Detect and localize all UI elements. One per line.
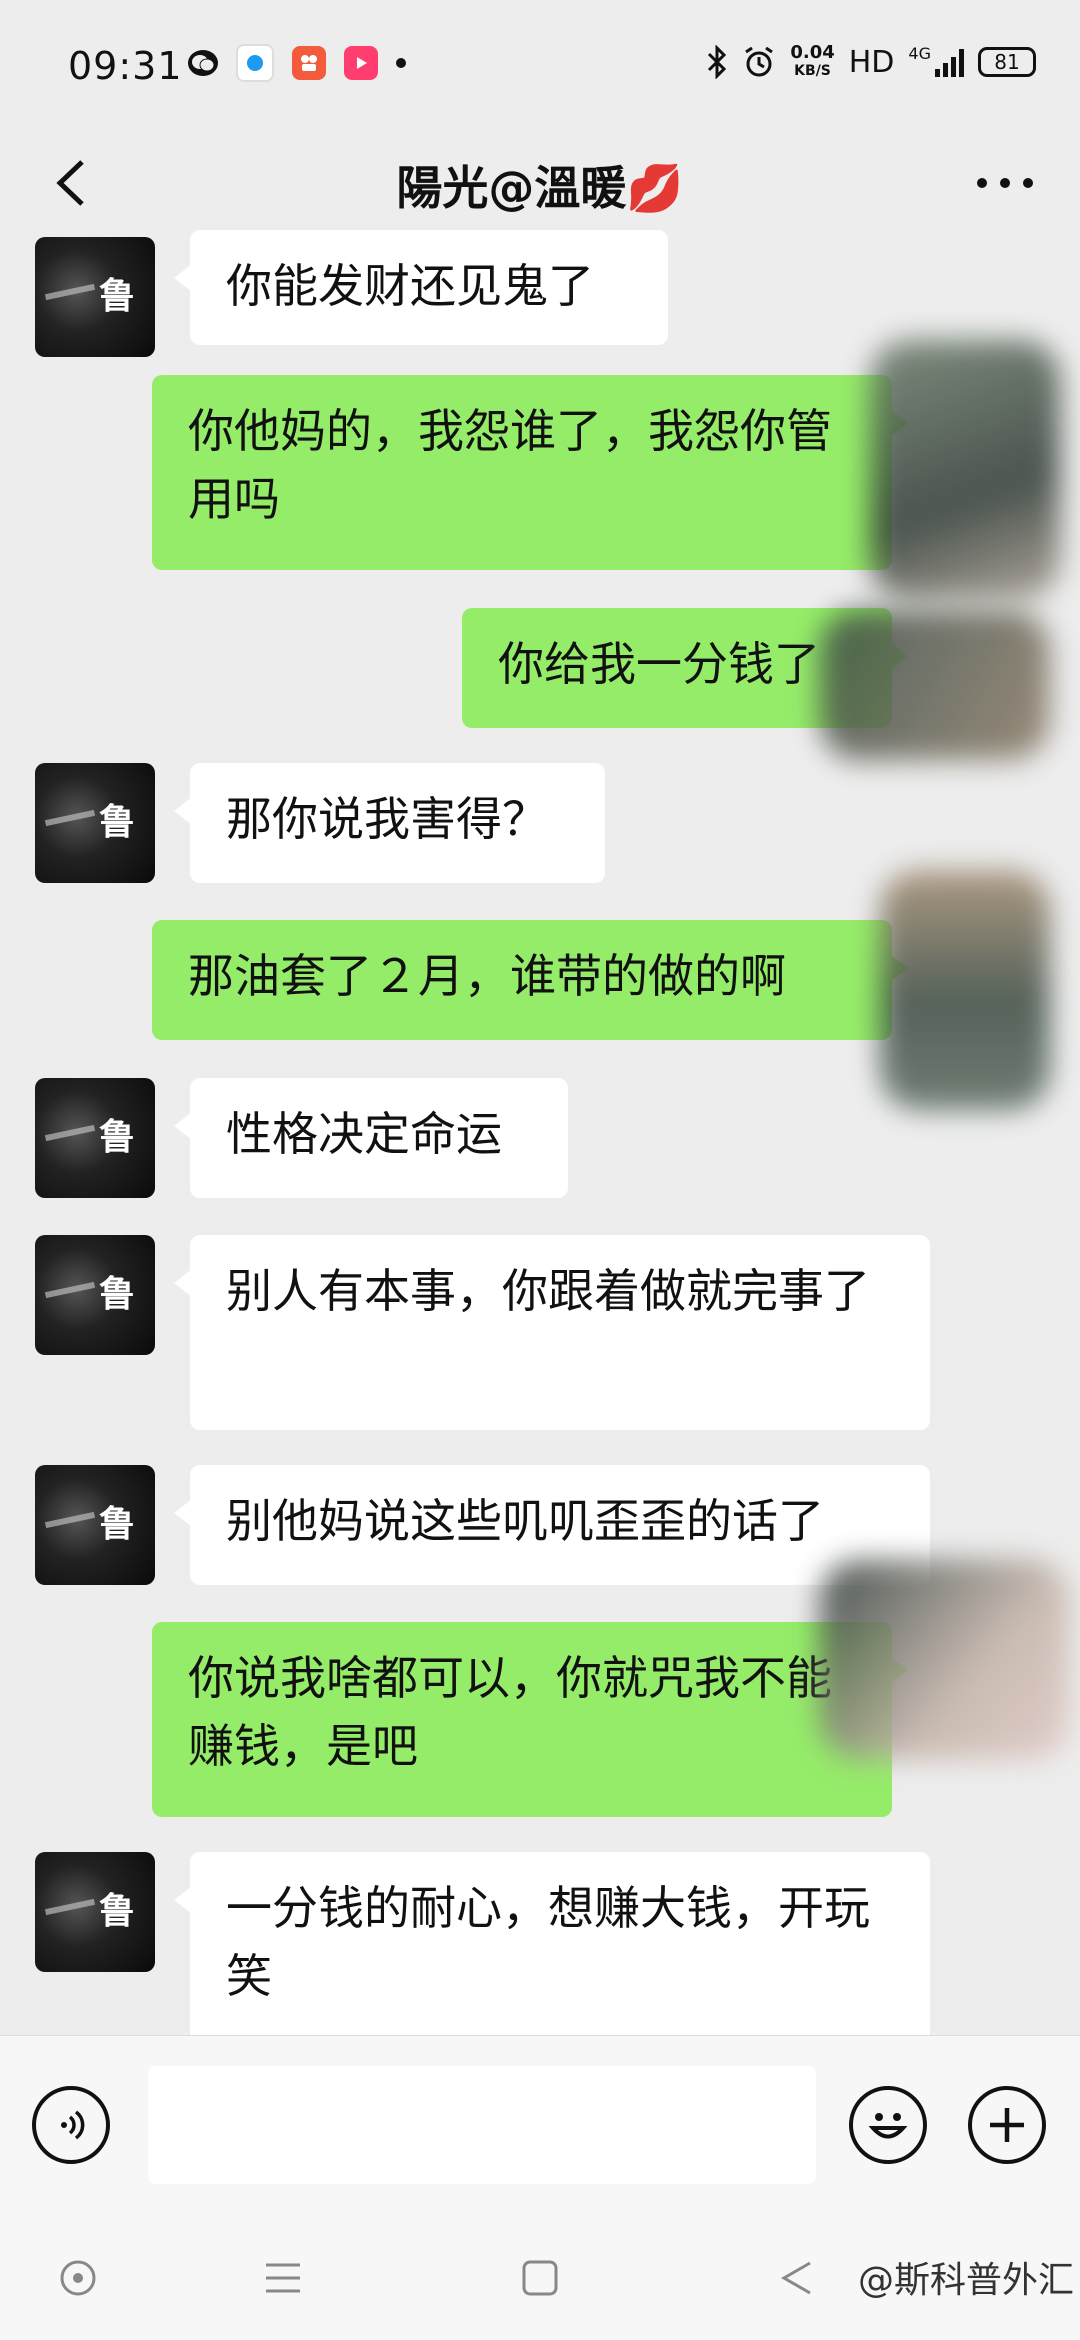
message-bubble[interactable]: 那油套了２月，谁带的做的啊 <box>152 920 908 1040</box>
recent-apps-button[interactable] <box>258 2253 308 2303</box>
voice-button[interactable] <box>32 2086 110 2164</box>
redaction-smudge <box>880 870 1050 1110</box>
emoji-button[interactable] <box>849 2086 927 2164</box>
avatar-glyph: 鲁 <box>99 802 136 843</box>
battery-icon: 81 <box>978 47 1036 77</box>
emoji-icon <box>868 2113 908 2139</box>
avatar[interactable]: 鲁 <box>35 1465 155 1585</box>
home-button[interactable] <box>515 2253 565 2303</box>
network-type: 4G <box>908 44 931 63</box>
status-time: 09:31 <box>68 44 183 88</box>
avatar-glyph: 鲁 <box>99 276 136 317</box>
message-row: 鲁 一分钱的耐心，想赚大钱，开玩笑 <box>0 1852 1080 2035</box>
app-icon-blue <box>236 44 274 82</box>
video-app-icon <box>344 46 378 80</box>
redaction-smudge <box>820 610 1050 760</box>
battery-level: 81 <box>994 50 1020 74</box>
avatar-glyph: 鲁 <box>99 1504 136 1545</box>
back-nav-button[interactable] <box>772 2253 822 2303</box>
message-bubble[interactable]: 别他妈说这些叽叽歪歪的话了 <box>174 1465 930 1585</box>
message-bubble[interactable]: 那你说我害得？ <box>174 763 605 883</box>
signal-icon <box>935 47 964 77</box>
more-notifications-dot <box>396 58 406 68</box>
message-row: 鲁 你能发财还见鬼了 <box>0 230 1080 357</box>
avatar[interactable]: 鲁 <box>35 1852 155 1972</box>
app-icon-orange <box>292 46 326 80</box>
redaction-smudge <box>820 1560 1070 1760</box>
avatar[interactable]: 鲁 <box>35 763 155 883</box>
more-options-button[interactable] <box>970 158 1040 208</box>
message-row: 鲁 别人有本事，你跟着做就完事了 <box>0 1235 1080 1430</box>
redaction-smudge <box>870 340 1060 600</box>
avatar-glyph: 鲁 <box>99 1274 136 1315</box>
network-speed: 0.04 KB/S <box>790 44 834 80</box>
notification-icons <box>188 44 406 82</box>
status-right: 0.04 KB/S HD 4G 81 <box>706 44 1036 80</box>
avatar[interactable]: 鲁 <box>35 237 155 357</box>
assistant-button[interactable] <box>53 2253 103 2303</box>
message-bubble[interactable]: 别人有本事，你跟着做就完事了 <box>174 1235 930 1430</box>
avatar[interactable]: 鲁 <box>35 1235 155 1355</box>
add-attachment-button[interactable] <box>968 2086 1046 2164</box>
hd-label: HD <box>848 44 895 80</box>
message-bubble[interactable]: 你他妈的，我怨谁了，我怨你管用吗 <box>152 375 908 570</box>
plus-icon <box>990 2108 1024 2142</box>
system-nav-bar: @斯科普外汇 <box>0 2215 1080 2340</box>
avatar-glyph: 鲁 <box>99 1891 136 1932</box>
speed-unit: KB/S <box>794 63 831 79</box>
chat-title: 陽光@溫暖💋 <box>396 161 684 215</box>
speed-value: 0.04 <box>790 42 835 63</box>
avatar[interactable]: 鲁 <box>35 1078 155 1198</box>
message-bubble[interactable]: 一分钱的耐心，想赚大钱，开玩笑 <box>174 1852 930 2035</box>
watermark: @斯科普外汇 <box>857 2260 1074 2301</box>
message-input[interactable] <box>148 2066 816 2184</box>
avatar-glyph: 鲁 <box>99 1117 136 1158</box>
message-bubble[interactable]: 性格决定命运 <box>174 1078 568 1198</box>
more-dots-icon <box>977 178 1033 188</box>
message-list[interactable]: 鲁 你能发财还见鬼了 你他妈的，我怨谁了，我怨你管用吗 你给我一分钱了 鲁 那你… <box>0 230 1080 2035</box>
wechat-icon <box>188 50 218 76</box>
input-bar <box>0 2035 1080 2216</box>
bluetooth-icon <box>708 45 727 79</box>
alarm-icon <box>745 46 774 77</box>
message-bubble[interactable]: 你能发财还见鬼了 <box>174 230 668 345</box>
status-bar: 09:31 0.04 KB/S HD 4G 81 <box>0 0 1080 130</box>
voice-icon <box>61 2110 85 2140</box>
message-bubble[interactable]: 你说我啥都可以，你就咒我不能赚钱，是吧 <box>152 1622 908 1817</box>
